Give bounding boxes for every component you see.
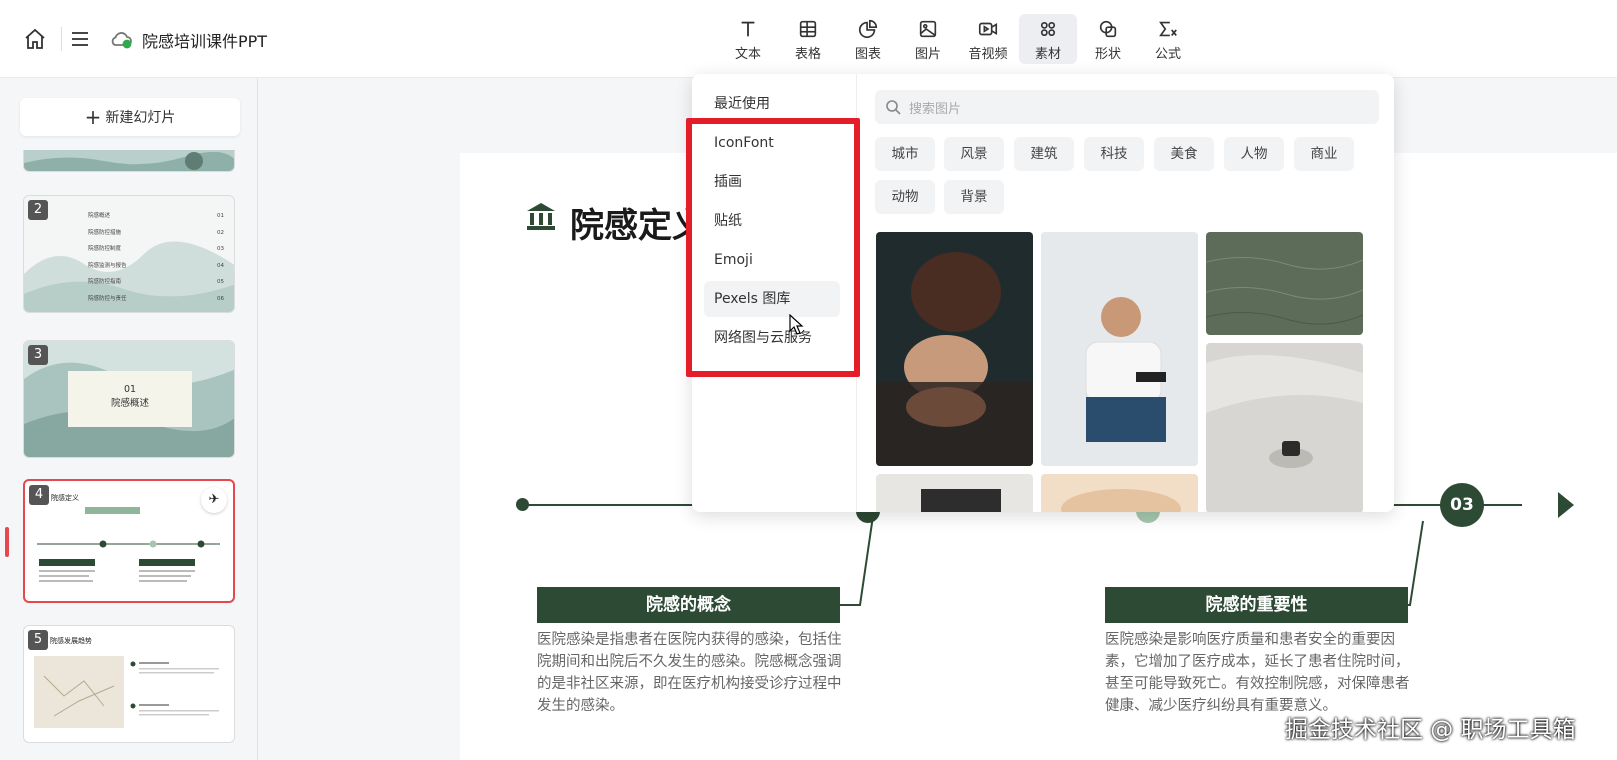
tag-animals[interactable]: 动物 <box>875 180 935 214</box>
tool-label: 图表 <box>854 47 881 62</box>
magic-icon[interactable]: ✈ <box>201 487 227 513</box>
top-toolbar: 院感培训课件PPT 文本 表格 图表 图片 音视频 素材 形状 公式 <box>0 0 1617 78</box>
tool-table[interactable]: 表格 <box>779 14 837 64</box>
tag-food[interactable]: 美食 <box>1154 137 1214 171</box>
toc-item: 院感防控指南 05 <box>88 279 224 285</box>
highlight-box <box>686 118 860 377</box>
slide-number: 2 <box>28 200 48 220</box>
tag-business[interactable]: 商业 <box>1294 137 1354 171</box>
shape-icon <box>1099 20 1117 38</box>
chart-icon <box>858 19 878 39</box>
tool-image[interactable]: 图片 <box>899 14 957 64</box>
slide-sidebar: + 新建幻灯片 2 院感概述 01 院感防控措施 02 院感防控制度 03 院感监测与报… <box>0 78 258 760</box>
tag-people[interactable]: 人物 <box>1224 137 1284 171</box>
map-image <box>34 656 124 728</box>
section-header[interactable]: 院感的重要性 <box>1105 587 1408 623</box>
tool-label: 文本 <box>734 47 761 62</box>
tag-background[interactable]: 背景 <box>944 180 1004 214</box>
slide-thumbnail-5[interactable]: 5 院感发展趋势 <box>23 625 235 743</box>
pexels-photo-portrait-couple[interactable] <box>876 232 1033 466</box>
document-title[interactable]: 院感培训课件PPT <box>142 28 267 52</box>
search-icon <box>886 100 901 115</box>
video-icon <box>978 22 998 36</box>
assets-icon <box>1040 21 1056 37</box>
pexels-photo-coffee-bed[interactable] <box>1206 343 1363 512</box>
tag-tech[interactable]: 科技 <box>1084 137 1144 171</box>
tool-formula[interactable]: 公式 <box>1139 14 1197 64</box>
landscape-image <box>24 150 234 171</box>
watermark: 掘金技术社区 @ 职场工具箱 <box>1285 717 1576 743</box>
menu-icon[interactable] <box>68 27 92 51</box>
formula-icon <box>1159 21 1177 37</box>
section-body[interactable]: 医院感染是指患者在医院内获得的感染，包括住院期间和出院后不久发生的感染。院感概念… <box>537 629 847 717</box>
search-input[interactable]: 搜索图片 <box>875 90 1379 124</box>
tool-text[interactable]: 文本 <box>719 14 777 64</box>
table-icon <box>799 20 817 38</box>
section-title: 院感概述 <box>110 398 149 409</box>
section-number: 01 <box>123 384 137 395</box>
tool-video[interactable]: 音视频 <box>959 14 1017 64</box>
tool-shape[interactable]: 形状 <box>1079 14 1137 64</box>
text-icon <box>741 21 755 37</box>
thumb-title: 院感发展趋势 <box>50 637 92 645</box>
slide-thumbnail-4[interactable]: 4 院感定义 ✈ <box>23 479 235 603</box>
slide-number: 3 <box>28 345 48 365</box>
tool-label: 素材 <box>1034 47 1061 62</box>
slide-thumbnail-3[interactable]: 3 01 院感概述 <box>23 340 235 458</box>
toc-item: 院感防控制度 03 <box>88 246 224 252</box>
pexels-photo-water[interactable] <box>1206 232 1363 335</box>
toolbar-separator <box>61 27 62 51</box>
home-icon[interactable] <box>23 27 47 51</box>
toc-list: 院感概述 01 院感防控措施 02 院感防控制度 03 院感监测与报告 04 院感防控指… <box>88 208 224 307</box>
slide-number: 5 <box>28 630 48 650</box>
tool-chart[interactable]: 图表 <box>839 14 897 64</box>
pexels-photo-keyboard[interactable] <box>876 474 1033 512</box>
section-header[interactable]: 院感的概念 <box>537 587 840 623</box>
section-card: 01 院感概述 <box>68 371 192 427</box>
new-slide-button[interactable]: + 新建幻灯片 <box>20 98 240 136</box>
tag-architecture[interactable]: 建筑 <box>1014 137 1074 171</box>
mouse-cursor-icon <box>789 314 804 335</box>
category-recent[interactable]: 最近使用 <box>704 86 840 122</box>
cloud-sync-icon <box>111 32 132 49</box>
slide-thumbnail[interactable] <box>23 150 235 172</box>
selection-indicator <box>5 527 9 557</box>
section-body[interactable]: 医院感染是影响医疗质量和患者安全的重要因素，它增加了医疗成本，延长了患者住院时间… <box>1105 629 1415 717</box>
tag-city[interactable]: 城市 <box>875 137 935 171</box>
search-placeholder: 搜索图片 <box>909 102 962 117</box>
slide-thumbnail-2[interactable]: 2 院感概述 01 院感防控措施 02 院感防控制度 03 院感监测与报告 04 院感防… <box>23 195 235 313</box>
tool-label: 音视频 <box>968 47 1008 62</box>
tool-label: 表格 <box>794 47 821 62</box>
new-slide-label: 新建幻灯片 <box>105 110 176 126</box>
tool-label: 公式 <box>1154 47 1181 62</box>
toc-item: 院感防控与责任 06 <box>88 295 224 302</box>
tool-label: 形状 <box>1094 47 1121 62</box>
tool-assets[interactable]: 素材 <box>1019 14 1077 64</box>
toc-item: 院感防控措施 02 <box>88 229 224 236</box>
text-lines <box>130 661 219 716</box>
toc-item: 院感监测与报告 04 <box>88 262 224 269</box>
image-icon <box>919 20 937 38</box>
toc-item: 院感概述 01 <box>88 213 224 219</box>
pexels-photo-hands[interactable] <box>1041 474 1198 512</box>
tool-label: 图片 <box>914 47 941 62</box>
tag-scenery[interactable]: 风景 <box>944 137 1004 171</box>
plus-icon: + <box>84 105 102 129</box>
pexels-photo-man-sitting[interactable] <box>1041 232 1198 466</box>
